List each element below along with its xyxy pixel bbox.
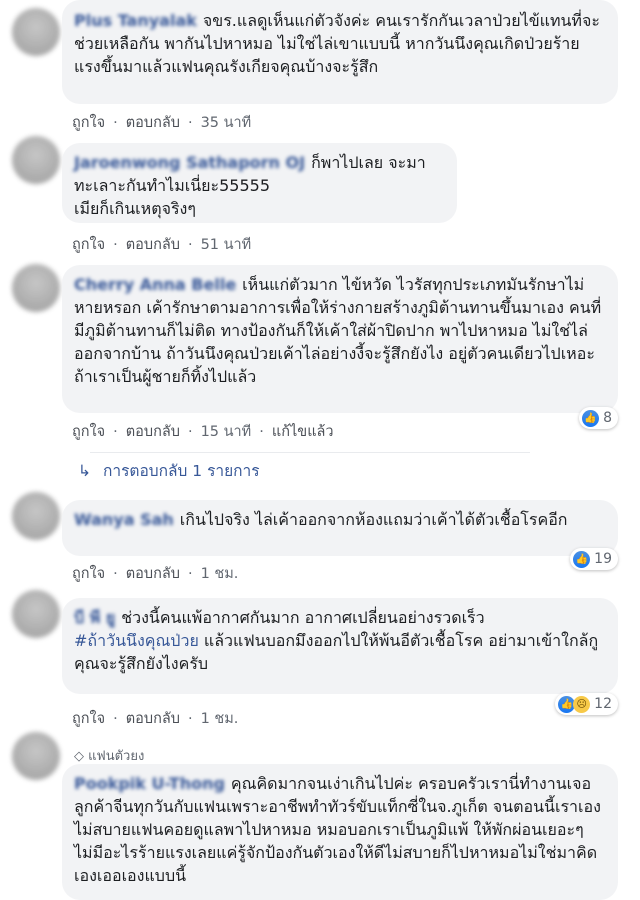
like-link[interactable]: ถูกใจ [72,233,105,256]
avatar[interactable] [12,8,60,56]
comment-text-line-2: เมียก็เกินเหตุจริงๆ [74,199,196,218]
comment-text-continued: แล้วแฟนบอกมึงออกไปให้พ้นอีตัวเชื้อโรค อย… [203,631,599,650]
divider [90,452,530,453]
comment-actions: ถูกใจ · ตอบกลับ · 51 นาที [72,233,251,256]
comment-bubble: Plus Tanyalak จขร.แลดูเห็นแก่ตัวจังค่ะ คน… [62,0,618,104]
avatar[interactable] [12,264,60,312]
reaction-count[interactable]: 👍 ☹ 12 [555,693,618,715]
comment-bubble: Jaroenwong Sathaporn OJ ก็พาไปเลย จะมาทะเ… [62,143,457,223]
timestamp[interactable]: 15 นาที [201,420,252,443]
avatar[interactable] [12,136,60,184]
comment-author[interactable]: Jaroenwong Sathaporn OJ [74,153,305,172]
reply-link[interactable]: ตอบกลับ [126,420,180,443]
edited-link[interactable]: แก้ไขแล้ว [272,420,334,443]
view-replies-link[interactable]: ↳ การตอบกลับ 1 รายการ [78,458,260,483]
avatar[interactable] [12,492,60,540]
reaction-count[interactable]: 👍 8 [579,407,618,429]
reply-arrow-icon: ↳ [78,462,91,480]
comment-author[interactable]: Pookpik U-Thong [74,774,225,793]
like-icon: 👍 [573,550,591,568]
comment-bubble: Pookpik U-Thong คุณคิดมากจนเง่าเกินไปค่ะ … [62,764,618,900]
comment-text: ช่วงนี้คนแพ้อากาศกันมาก อากาศเปลี่ยนอย่า… [121,608,485,627]
comment-author[interactable]: บี พี ยู [74,608,115,627]
comment-text-line-3: คุณจะรู้สึกยังไงครับ [74,654,209,673]
hashtag-link[interactable]: #ถ้าวันนึงคุณป่วย [74,631,199,650]
comment-author[interactable]: Cherry Anna Belle [74,275,236,294]
reply-link[interactable]: ตอบกลับ [126,562,180,585]
sad-icon: ☹ [573,695,591,713]
comment-bubble: Cherry Anna Belle เห็นแก่ตัวมาก ไข้หวัด ไ… [62,265,618,413]
comment-author[interactable]: Wanya Sah [74,510,174,529]
comment-bubble: Wanya Sah เกินไปจริง ไล่เค้าออกจากห้องแถม… [62,500,618,556]
comment-actions: ถูกใจ · ตอบกลับ · 15 นาที · แก้ไขแล้ว [72,420,334,443]
timestamp[interactable]: 1 ชม. [201,562,239,585]
comment-actions: ถูกใจ · ตอบกลับ · 35 นาที [72,111,251,134]
diamond-icon: ◇ [74,749,84,764]
like-link[interactable]: ถูกใจ [72,707,105,730]
like-link[interactable]: ถูกใจ [72,111,105,134]
timestamp[interactable]: 1 ชม. [201,707,239,730]
avatar[interactable] [12,732,60,780]
replies-label: การตอบกลับ 1 รายการ [103,462,260,480]
comment-actions: ถูกใจ · ตอบกลับ · 1 ชม. [72,707,238,730]
reaction-count[interactable]: 👍 19 [570,548,618,570]
timestamp[interactable]: 51 นาที [201,233,252,256]
avatar[interactable] [12,590,60,638]
like-icon: 👍 [582,409,600,427]
like-link[interactable]: ถูกใจ [72,562,105,585]
top-fan-badge: ◇ แฟนตัวยง [74,749,145,764]
like-link[interactable]: ถูกใจ [72,420,105,443]
reply-link[interactable]: ตอบกลับ [126,111,180,134]
reply-link[interactable]: ตอบกลับ [126,233,180,256]
reply-link[interactable]: ตอบกลับ [126,707,180,730]
comment-bubble: บี พี ยู ช่วงนี้คนแพ้อากาศกันมาก อากาศเปล… [62,598,618,694]
timestamp[interactable]: 35 นาที [201,111,252,134]
comment-author[interactable]: Plus Tanyalak [74,11,197,30]
comment-actions: ถูกใจ · ตอบกลับ · 1 ชม. [72,562,238,585]
comment-text: เกินไปจริง ไล่เค้าออกจากห้องแถมว่าเค้าได… [179,510,568,529]
